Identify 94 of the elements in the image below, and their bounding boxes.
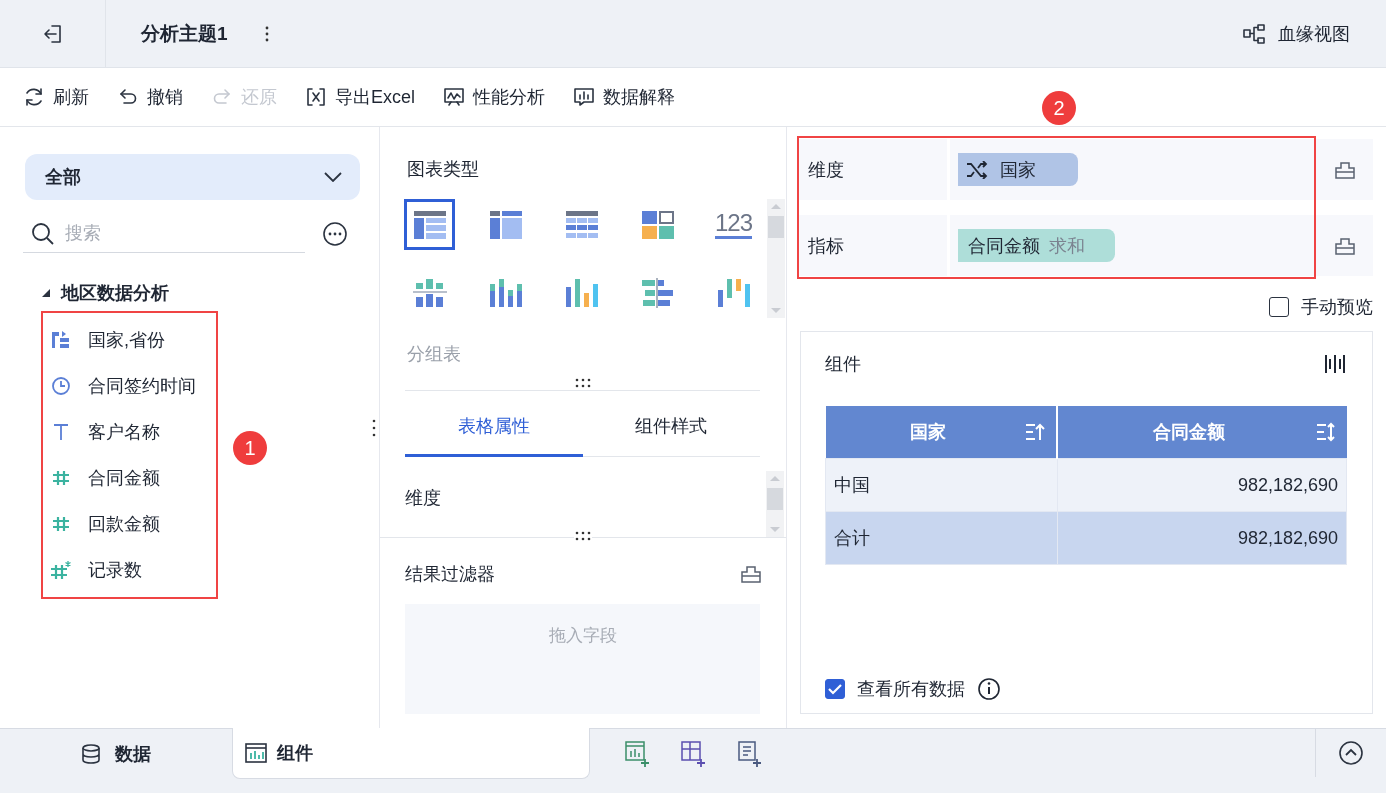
column-header[interactable]: 合同金额 xyxy=(1057,406,1347,459)
column-header[interactable]: 国家 xyxy=(825,406,1058,459)
database-icon xyxy=(81,744,101,764)
table-cell: 982,182,690 xyxy=(1057,458,1347,512)
field-chip[interactable]: 国家 xyxy=(958,153,1078,186)
field-item[interactable]: 回款金额 xyxy=(50,501,216,547)
drag-handle-icon[interactable] xyxy=(574,531,592,541)
chart-table-icon xyxy=(245,743,267,763)
collapse-up-icon[interactable] xyxy=(1338,740,1364,766)
field-item[interactable]: 合同签约时间 xyxy=(50,363,216,409)
refresh-button[interactable]: 刷新 xyxy=(18,81,94,113)
hash-icon xyxy=(50,468,72,488)
more-icon[interactable] xyxy=(263,24,270,43)
dot-column-icon xyxy=(412,277,447,308)
scrollbar-thumb[interactable] xyxy=(767,488,783,510)
field-item[interactable]: 记录数 xyxy=(50,547,216,593)
scroll-up-icon xyxy=(770,203,782,210)
scrollbar-thumb[interactable] xyxy=(768,216,784,238)
check-icon xyxy=(828,683,842,695)
annotation-badge: 1 xyxy=(233,431,267,465)
compare-bar-icon xyxy=(640,277,675,308)
scroll-down-icon xyxy=(769,526,781,533)
checkbox[interactable] xyxy=(825,679,845,699)
stacked-column-icon xyxy=(488,277,523,308)
section-title: 图表类型 xyxy=(407,158,480,181)
search-field[interactable]: 搜索 xyxy=(23,215,305,253)
annotation-badge: 2 xyxy=(1042,91,1076,125)
detail-table-icon xyxy=(564,209,599,240)
drop-zone[interactable]: 合同金额 求和 xyxy=(950,215,1314,276)
search-icon xyxy=(31,222,55,246)
tab[interactable]: 组件样式 xyxy=(582,397,760,457)
export-icon xyxy=(305,86,327,108)
column-chart-icon xyxy=(564,277,599,308)
crosstab-icon xyxy=(488,209,523,240)
field-role-label: 指标 xyxy=(799,215,947,276)
clock-icon xyxy=(50,376,72,396)
card-grid-icon xyxy=(640,209,675,240)
exit-icon[interactable] xyxy=(41,22,64,45)
chart-type-option[interactable] xyxy=(404,199,455,250)
info-icon[interactable] xyxy=(977,677,1001,701)
add-crosstab-icon[interactable] xyxy=(681,740,707,768)
drag-handle-icon[interactable] xyxy=(370,417,377,438)
table-cell: 中国 xyxy=(825,458,1058,512)
drop-zone[interactable]: 国家 xyxy=(950,139,1314,200)
sort-ascending-icon[interactable] xyxy=(1024,422,1047,442)
scrollbar[interactable] xyxy=(766,471,784,537)
performance-icon xyxy=(443,86,465,108)
lineage-view-button[interactable]: 血缘视图 xyxy=(1238,17,1354,50)
undo-button[interactable]: 撤销 xyxy=(112,81,188,113)
export-button[interactable]: 导出Excel xyxy=(300,81,420,113)
bottom-tab[interactable]: 数据 xyxy=(0,729,232,779)
range-column-icon xyxy=(716,277,751,308)
field-item[interactable]: 客户名称 xyxy=(50,409,216,455)
lineage-icon xyxy=(1242,22,1266,45)
scroll-down-icon xyxy=(770,307,782,314)
performance-button[interactable]: 性能分析 xyxy=(438,81,550,113)
expanded-triangle-icon[interactable] xyxy=(41,288,51,298)
refresh-icon xyxy=(23,86,45,108)
scrollbar[interactable] xyxy=(767,199,785,318)
scope-dropdown[interactable]: 全部 xyxy=(25,154,360,200)
chart-type-name: 分组表 xyxy=(407,343,462,366)
hash-star-icon xyxy=(50,560,72,580)
chart-type-option[interactable]: 123 xyxy=(708,199,759,250)
dataset-name[interactable]: 地区数据分析 xyxy=(61,281,169,305)
add-chart-icon[interactable] xyxy=(625,740,651,768)
field-role-label: 维度 xyxy=(799,139,947,200)
sort-icon[interactable] xyxy=(1314,422,1337,442)
explain-icon xyxy=(573,86,595,108)
card-title: 组件 xyxy=(825,353,861,376)
barcode-view-icon[interactable] xyxy=(1324,353,1346,375)
topic-title: 分析主题1 xyxy=(141,21,228,46)
checkbox-label: 查看所有数据 xyxy=(857,678,965,701)
section-title: 结果过滤器 xyxy=(405,563,495,586)
hierarchy-icon xyxy=(50,330,72,350)
more-options-icon[interactable] xyxy=(322,221,348,247)
hash-icon xyxy=(50,514,72,534)
table-cell: 合计 xyxy=(825,511,1058,565)
scroll-up-icon xyxy=(769,475,781,482)
drag-handle-icon[interactable] xyxy=(573,378,592,388)
tab[interactable]: 表格属性 xyxy=(405,397,583,457)
checkbox-label: 手动预览 xyxy=(1301,296,1373,319)
property-label: 维度 xyxy=(405,487,442,510)
kpi-number: 123 xyxy=(714,210,752,239)
table-cell: 982,182,690 xyxy=(1057,511,1347,565)
field-item[interactable]: 合同金额 xyxy=(50,455,216,501)
field-item[interactable]: 国家,省份 xyxy=(50,317,216,363)
checkbox[interactable] xyxy=(1269,297,1289,317)
bottom-tab[interactable]: 组件 xyxy=(232,728,590,779)
add-report-icon[interactable] xyxy=(737,740,763,768)
group-table-icon xyxy=(412,209,447,240)
chevron-down-icon xyxy=(324,172,342,182)
shuffle-icon xyxy=(966,160,988,179)
field-chip[interactable]: 合同金额 求和 xyxy=(958,229,1115,262)
explain-button[interactable]: 数据解释 xyxy=(568,81,680,113)
